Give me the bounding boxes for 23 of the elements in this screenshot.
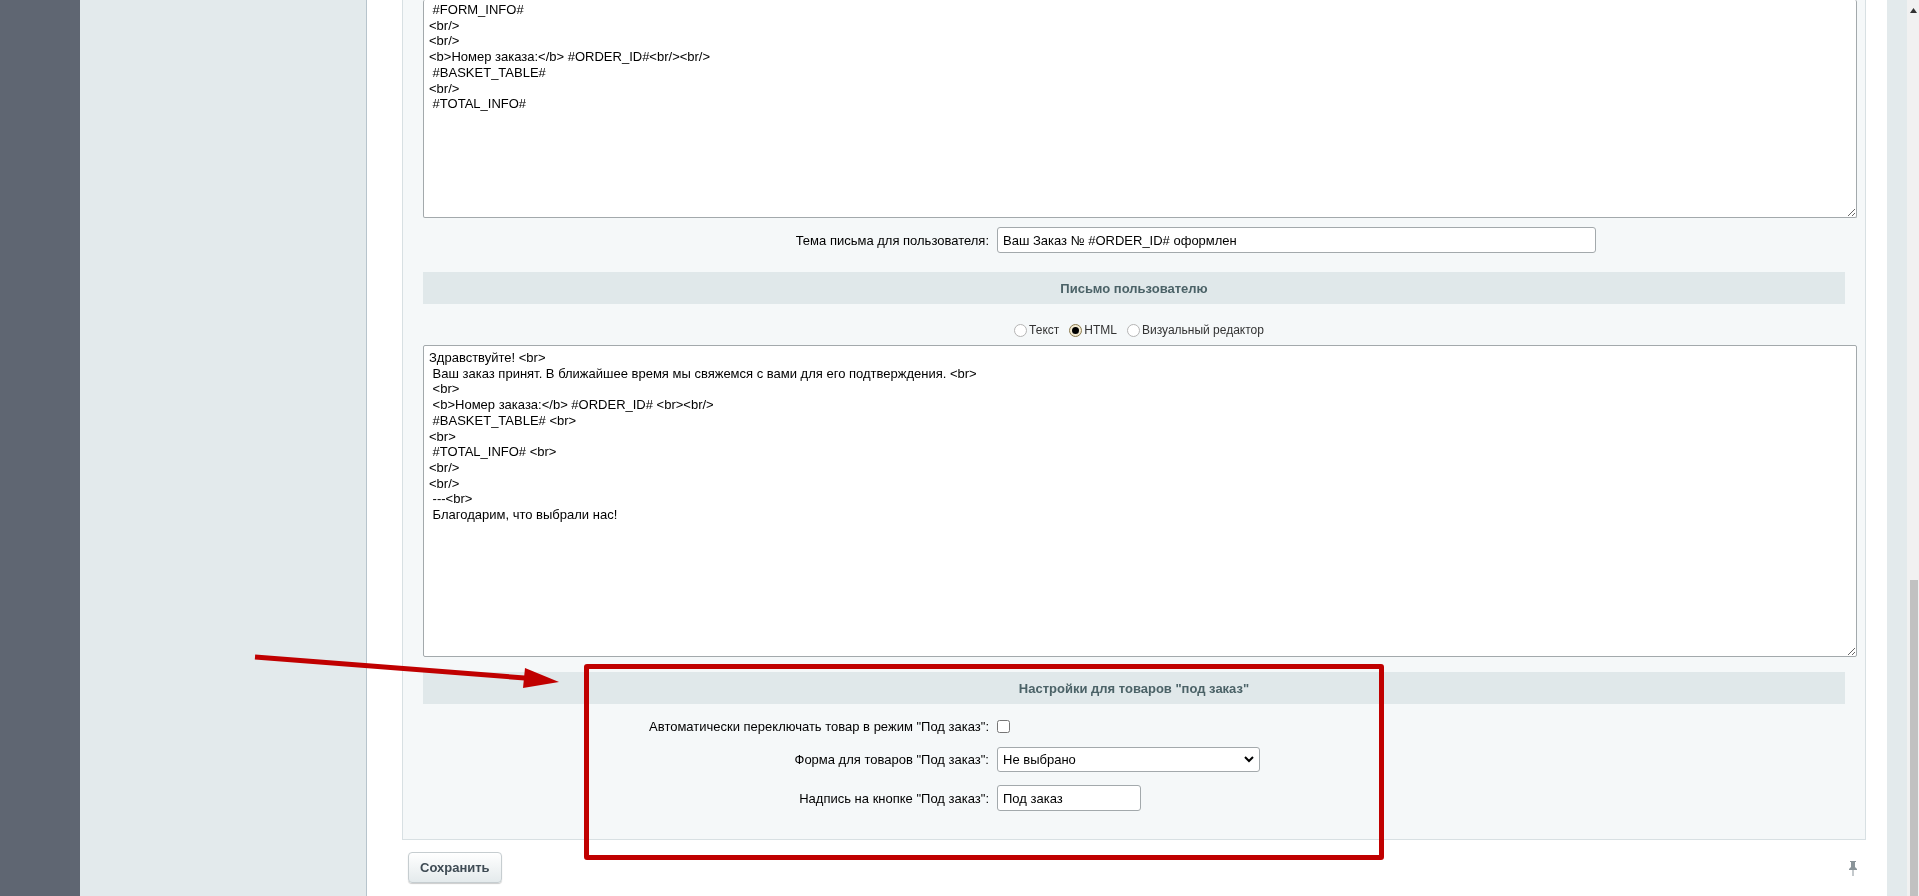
pin-icon[interactable]	[1848, 859, 1858, 876]
field-label: Надпись на кнопке "Под заказ":	[798, 790, 989, 806]
format-radio[interactable]	[1126, 323, 1140, 337]
format-label[interactable]: HTML	[1084, 323, 1117, 337]
form-select[interactable]: Не выбрано	[997, 747, 1260, 772]
format-radio[interactable]	[1014, 323, 1028, 337]
scroll-up-icon[interactable]	[1910, 8, 1917, 13]
subject-field[interactable]: Ваш Заказ № #ORDER_ID# оформлен	[997, 227, 1596, 253]
format-label[interactable]: Визуальный редактор	[1141, 323, 1264, 337]
field-label: Автоматически переключать товар в режим "Под заказ":	[648, 719, 989, 734]
section-header: Настройки для товаров "под заказ"	[423, 672, 1845, 704]
format-radio[interactable]	[1069, 323, 1083, 337]
template-editor[interactable]: #FORM_INFO# <br/> <br/> <b>Номер заказа:</b> #ORDER_ID#<br/><br/> #BASKET_TABLE# <br/> #TOTAL_INFO#	[423, 0, 1857, 218]
save-button[interactable]: Сохранить	[408, 852, 502, 883]
chevron-down-icon	[1244, 756, 1254, 763]
button-text-field[interactable]: Под заказ	[997, 785, 1141, 811]
scrollbar-thumb[interactable]	[1910, 580, 1918, 896]
section-header: Письмо пользователю	[423, 272, 1845, 304]
field-label: Тема письма для пользователя:	[794, 232, 989, 248]
format-label[interactable]: Текст	[1029, 323, 1060, 337]
letter-editor[interactable]: Здравствуйте! <br> Ваш заказ принят. В ближайшее время мы свяжемся с вами для его подтверждения. <br> <br> <b>Номер заказа:</b> #ORDER_ID# <br><br/> #BASKET_TABLE# <br> <br> #TOTAL_INFO# <br> <br/> <br/> ---<br> Благодарим, что выбрали нас!	[423, 345, 1857, 657]
checkbox[interactable]	[997, 720, 1010, 733]
field-label: Форма для товаров "Под заказ":	[793, 752, 989, 767]
